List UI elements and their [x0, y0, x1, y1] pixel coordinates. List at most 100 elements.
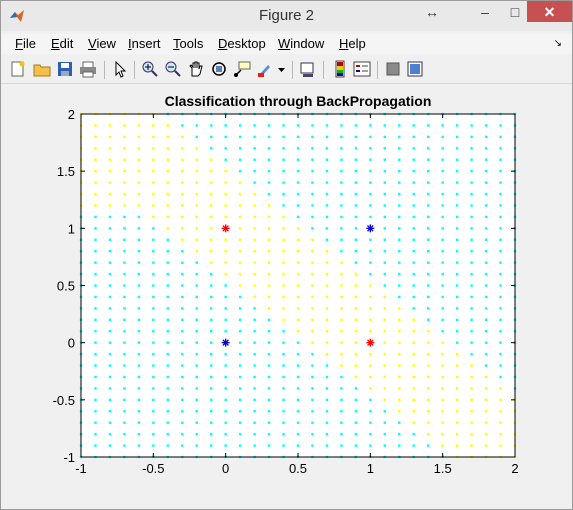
grid-point: [470, 250, 473, 253]
grid-point: [499, 204, 502, 207]
grid-point: [441, 330, 444, 333]
grid-point: [152, 410, 155, 413]
grid-point: [94, 147, 97, 150]
grid-point: [455, 444, 459, 447]
grid-point: [224, 272, 227, 276]
grid-point: [152, 147, 155, 150]
grid-point: [383, 307, 386, 310]
grid-point: [123, 227, 126, 230]
grid-point: [195, 432, 198, 436]
grid-point: [253, 124, 256, 127]
grid-point: [412, 227, 415, 230]
grid-point: [152, 192, 155, 196]
grid-point: [484, 147, 488, 150]
grid-point: [369, 169, 372, 173]
grid-point: [427, 169, 430, 173]
grid-point: [311, 444, 314, 447]
grid-point: [354, 364, 358, 367]
grid-point: [398, 147, 401, 150]
grid-point: [210, 227, 213, 230]
grid-point: [484, 364, 488, 367]
grid-point: [224, 204, 227, 207]
grid-point: [181, 318, 184, 321]
grid-point: [267, 284, 271, 287]
grid-point: [195, 444, 198, 447]
grid-point: [181, 158, 184, 161]
grid-point: [398, 295, 401, 299]
grid-point: [296, 261, 300, 264]
grid-point: [94, 410, 97, 413]
grid-point: [210, 432, 213, 436]
grid-point: [455, 147, 459, 150]
grid-point: [369, 272, 372, 276]
grid-point: [267, 238, 271, 241]
grid-point: [108, 135, 112, 139]
grid-point: [499, 215, 502, 219]
grid-point: [166, 410, 169, 413]
grid-point: [398, 227, 401, 230]
grid-point: [311, 147, 314, 150]
grid-point: [340, 238, 343, 241]
grid-point: [238, 215, 242, 219]
grid-point: [123, 398, 126, 402]
grid-point: [455, 204, 459, 207]
grid-point: [354, 238, 358, 241]
grid-point: [181, 352, 184, 356]
grid-point: [253, 421, 256, 424]
grid-point: [441, 295, 444, 299]
grid-point: [108, 124, 112, 127]
grid-point: [412, 158, 415, 161]
grid-point: [325, 364, 329, 367]
grid-point: [195, 421, 198, 424]
grid-point: [267, 192, 271, 196]
grid-point: [181, 398, 184, 402]
grid-point: [195, 284, 198, 287]
grid-point: [484, 181, 488, 184]
grid-point: [441, 135, 444, 139]
grid-point: [253, 364, 256, 367]
grid-point: [398, 330, 401, 333]
grid-point: [267, 227, 271, 230]
grid-point: [427, 421, 430, 424]
grid-point: [94, 330, 97, 333]
grid-point: [181, 444, 184, 447]
grid-point: [181, 387, 184, 390]
grid-point: [123, 318, 126, 321]
grid-point: [152, 250, 155, 253]
grid-point: [383, 375, 386, 379]
grid-point: [412, 375, 415, 379]
grid-point: [253, 135, 256, 139]
grid-point: [455, 421, 459, 424]
grid-point: [427, 272, 430, 276]
grid-point: [427, 432, 430, 436]
grid-point: [108, 169, 112, 173]
grid-point: [224, 215, 227, 219]
grid-point: [499, 444, 502, 447]
figure-canvas[interactable]: -1 -0.5 0 0.5 1 1.5 2 -1 -0.5 0 0.5 1 1.5 2 Classifica…: [1, 1, 572, 509]
grid-point: [427, 238, 430, 241]
grid-point: [296, 181, 300, 184]
grid-point: [224, 307, 227, 310]
grid-point: [195, 250, 198, 253]
grid-point: [296, 410, 300, 413]
grid-point: [123, 238, 126, 241]
grid-point: [398, 410, 401, 413]
grid-point: [340, 169, 343, 173]
grid-point: [369, 421, 372, 424]
grid-point: [311, 204, 314, 207]
grid-point: [181, 238, 184, 241]
grid-point: [94, 444, 97, 447]
grid-point: [152, 318, 155, 321]
grid-point: [369, 147, 372, 150]
grid-point: [441, 352, 444, 356]
grid-point: [427, 398, 430, 402]
grid-point: [369, 410, 372, 413]
grid-point: [267, 330, 271, 333]
grid-point: [238, 272, 242, 276]
grid-point: [455, 227, 459, 230]
grid-point: [238, 364, 242, 367]
grid-point: [166, 432, 169, 436]
grid-point: [108, 352, 112, 356]
grid-point: [484, 238, 488, 241]
grid-point: [354, 421, 358, 424]
